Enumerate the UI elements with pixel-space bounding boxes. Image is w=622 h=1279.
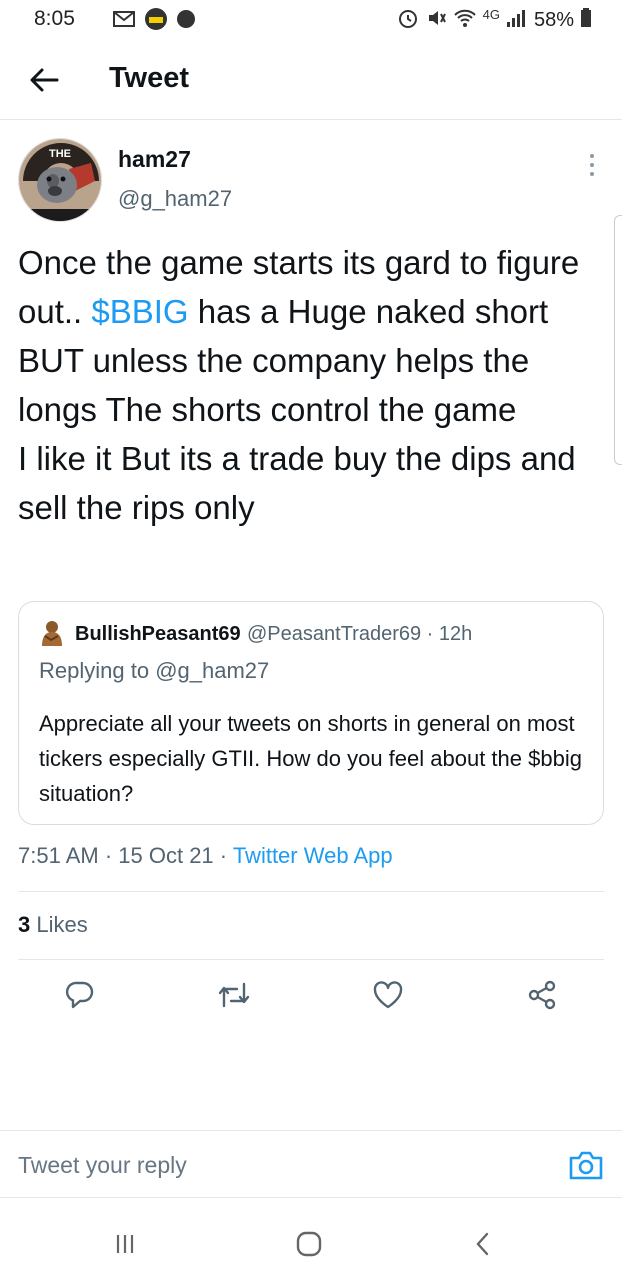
home-button[interactable]: [284, 1222, 334, 1266]
cashtag-link[interactable]: $BBIG: [91, 293, 188, 330]
replying-prefix: Replying to: [39, 658, 156, 683]
tweet-text: Once the game starts its gard to figure …: [18, 238, 608, 532]
back-button[interactable]: [26, 62, 62, 98]
retweet-icon: [218, 982, 250, 1008]
tweet-timestamp: 7:51 AM · 15 Oct 21 · Twitter Web App: [18, 843, 393, 868]
edge-panel-handle[interactable]: [614, 215, 622, 465]
author-avatar[interactable]: THE: [18, 138, 102, 222]
home-icon: [296, 1231, 322, 1257]
more-options-button[interactable]: [580, 150, 604, 180]
system-icons: 4G 58%: [397, 7, 592, 34]
battery-percent: 58%: [533, 9, 574, 31]
chevron-left-icon: [476, 1232, 489, 1256]
gmail-icon: [112, 10, 136, 33]
avatar-image: THE: [19, 139, 101, 221]
more-dot: [590, 163, 594, 167]
replying-to: Replying to @g_ham27: [39, 658, 269, 684]
notification-icons: [90, 7, 196, 36]
quote-author-avatar: [39, 620, 65, 648]
arrow-left-icon: [30, 68, 59, 92]
recent-apps-button[interactable]: [100, 1222, 150, 1266]
fox-bet-icon: [142, 7, 170, 36]
back-nav-button[interactable]: [458, 1222, 508, 1266]
author-name[interactable]: ham27: [118, 146, 191, 173]
vpn-icon: [176, 9, 196, 34]
tweet-date: 15 Oct 21: [118, 843, 214, 868]
svg-text:THE: THE: [49, 148, 71, 160]
wifi-icon: [453, 7, 477, 34]
page-title: Tweet: [109, 62, 190, 94]
replying-mention: @g_ham27: [155, 658, 270, 683]
status-bar: 8:05 4G 58%: [0, 0, 622, 40]
network-type: 4G: [482, 7, 500, 22]
retweet-button[interactable]: [214, 975, 254, 1015]
divider: [18, 959, 604, 960]
share-button[interactable]: [522, 975, 562, 1015]
like-icon: [373, 981, 403, 1009]
reply-button[interactable]: [60, 975, 100, 1015]
battery-icon: [580, 8, 592, 33]
tweet-time: 7:51 AM: [18, 843, 99, 868]
reply-composer: [0, 1130, 622, 1198]
reply-input[interactable]: [18, 1149, 538, 1181]
more-dot: [590, 154, 594, 158]
alarm-icon: [397, 7, 419, 34]
share-icon: [528, 980, 556, 1010]
status-time: 8:05: [34, 7, 75, 30]
tweet-actions: [0, 975, 622, 1019]
quote-text: Appreciate all your tweets on shorts in …: [39, 711, 582, 806]
quote-author-name: BullishPeasant69: [75, 623, 241, 645]
camera-icon: [569, 1151, 603, 1180]
like-button[interactable]: [368, 975, 408, 1015]
signal-icon: [506, 8, 528, 33]
likes-label: Likes: [36, 912, 88, 937]
quote-author-handle: @PeasantTrader69 · 12h: [247, 623, 473, 645]
quoted-tweet[interactable]: BullishPeasant69 @PeasantTrader69 · 12h …: [18, 601, 604, 825]
top-app-bar: Tweet: [0, 42, 622, 120]
author-handle[interactable]: @g_ham27: [118, 186, 232, 212]
mute-icon: [425, 7, 447, 34]
more-dot: [590, 172, 594, 176]
likes-count[interactable]: 3 Likes: [18, 912, 88, 938]
reply-icon: [65, 981, 94, 1009]
likes-number: 3: [18, 912, 31, 937]
camera-button[interactable]: [568, 1149, 604, 1181]
system-navigation-bar: [0, 1210, 622, 1279]
tweet-source-link[interactable]: Twitter Web App: [233, 843, 393, 868]
divider: [18, 891, 604, 892]
recent-apps-icon: [116, 1235, 134, 1253]
